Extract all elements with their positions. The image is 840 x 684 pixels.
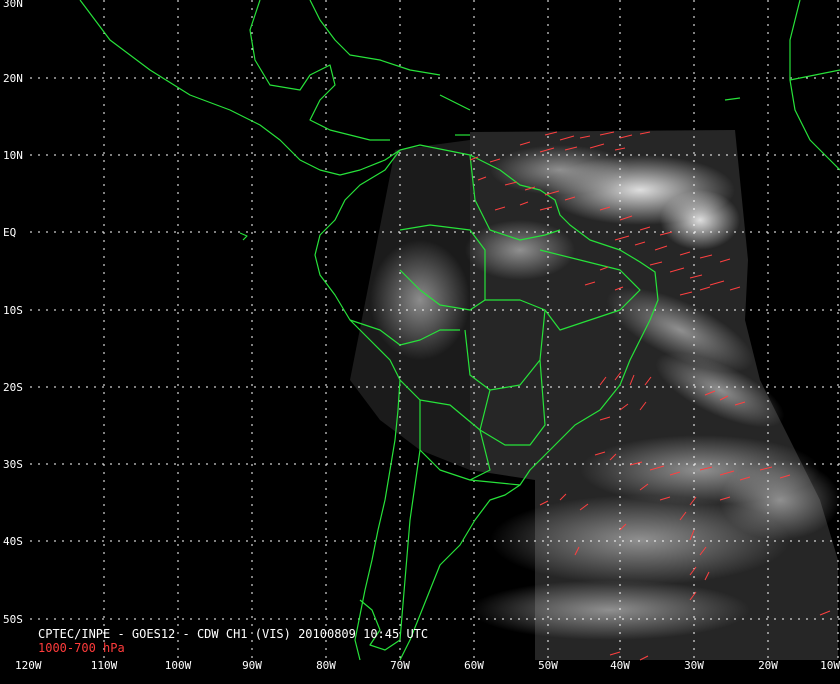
- map-canvas: [30, 0, 840, 661]
- longitude-label: 80W: [316, 659, 336, 672]
- satellite-map: [0, 0, 840, 680]
- latitude-label: 20N: [3, 72, 23, 85]
- latitude-label: 20S: [3, 381, 23, 394]
- latitude-label: 30N: [3, 0, 23, 10]
- longitude-label: 100W: [164, 659, 192, 672]
- longitude-label: 40W: [610, 659, 630, 672]
- latitude-label: 10S: [3, 304, 23, 317]
- longitude-label: 70W: [390, 659, 410, 672]
- latitude-label: 50S: [3, 613, 23, 626]
- longitude-label: 50W: [538, 659, 558, 672]
- latitude-label: EQ: [3, 226, 17, 239]
- pressure-level-caption: 1000-700 hPa: [38, 641, 125, 655]
- latitude-label: 10N: [3, 149, 23, 162]
- latitude-label: 40S: [3, 535, 23, 548]
- map-caption: CPTEC/INPE - GOES12 - CDW CH1 (VIS) 2010…: [38, 627, 429, 641]
- longitude-label: 90W: [242, 659, 262, 672]
- longitude-label: 60W: [464, 659, 484, 672]
- longitude-label: 20W: [758, 659, 778, 672]
- latitude-label: 30S: [3, 458, 23, 471]
- longitude-label: 10W: [820, 659, 840, 672]
- longitude-label: 30W: [684, 659, 704, 672]
- longitude-label: 120W: [15, 659, 42, 672]
- longitude-label: 110W: [90, 659, 118, 672]
